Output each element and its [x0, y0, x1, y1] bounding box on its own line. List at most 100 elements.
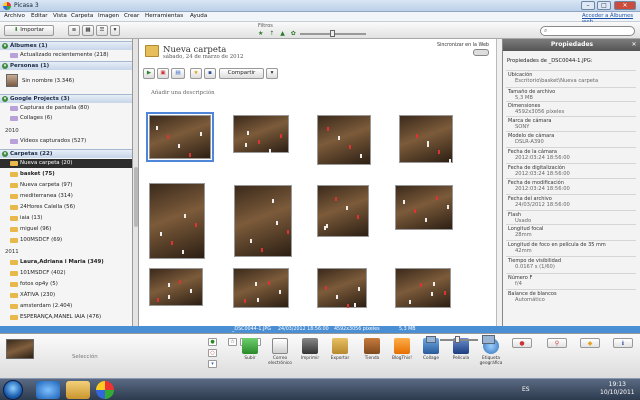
people-button[interactable]: ● — [512, 338, 532, 348]
folder-item[interactable]: iaia (13) — [0, 214, 132, 223]
folder-item-selected[interactable]: Nueva carpeta (20) — [0, 159, 132, 168]
play-slideshow-button[interactable]: ▶ — [143, 68, 155, 79]
photo-thumbnail[interactable] — [395, 185, 453, 230]
folder-item[interactable]: amsterdam (2.404) — [0, 302, 132, 311]
person-item[interactable]: Sin nombre (3.346) — [0, 77, 132, 86]
view-menu-button[interactable]: ▾ — [110, 25, 120, 36]
start-button[interactable] — [3, 380, 23, 400]
properties-button[interactable]: ℹ — [613, 338, 633, 348]
photo-thumbnail[interactable] — [233, 268, 289, 308]
menu-editar[interactable]: Editar — [31, 13, 48, 19]
folder-label: fotos op4y (5) — [20, 281, 58, 287]
filter-slider-knob[interactable] — [330, 30, 335, 37]
folder-item[interactable]: miguel (96) — [0, 225, 132, 234]
action-blogthis[interactable]: BlogThis! — [388, 338, 416, 361]
action-shop[interactable]: Tienda — [358, 338, 386, 361]
folder-item[interactable]: 100MSDCF (69) — [0, 236, 132, 245]
photo-thumbnail[interactable] — [399, 115, 453, 163]
sync-toggle[interactable] — [473, 49, 489, 56]
close-button[interactable]: ✕ — [614, 1, 636, 10]
section-personas[interactable]: ▾ Personas (1) — [0, 61, 132, 70]
menu-herramientas[interactable]: Herramientas — [145, 13, 183, 19]
menu-vista[interactable]: Vista — [53, 13, 67, 19]
project-item[interactable]: Collages (6) — [0, 114, 132, 123]
view-tree-button[interactable]: ☰ — [96, 25, 108, 36]
explorer-icon[interactable] — [66, 381, 90, 399]
action-print[interactable]: Imprimir — [296, 338, 324, 361]
tray-thumbnail[interactable] — [6, 339, 34, 359]
photo-thumbnail[interactable] — [233, 115, 289, 153]
menu-crear[interactable]: Crear — [124, 13, 139, 19]
location-button[interactable]: ◆ — [580, 338, 600, 348]
action-upload[interactable]: Subir — [236, 338, 264, 361]
property-value: 28mm — [515, 232, 532, 238]
upload-button[interactable]: ★ — [190, 68, 202, 79]
language-indicator[interactable]: ES — [522, 386, 530, 393]
photo-thumbnail[interactable] — [317, 268, 367, 308]
menu-archivo[interactable]: Archivo — [4, 13, 25, 19]
minimize-button[interactable]: – — [581, 1, 595, 10]
system-clock[interactable]: 19:13 10/10/2011 — [600, 381, 635, 397]
chevron-down-icon: ▾ — [270, 70, 274, 76]
photo-thumbnail[interactable] — [234, 185, 292, 257]
search-input[interactable]: ⌕ — [540, 26, 635, 36]
project-label: Vídeos capturados (527) — [20, 138, 87, 144]
close-icon[interactable]: ✕ — [630, 41, 638, 49]
maximize-button[interactable]: □ — [597, 1, 611, 10]
photo-thumbnail[interactable] — [317, 185, 369, 237]
view-grid-button[interactable]: ▦ — [82, 25, 94, 36]
section-albumes[interactable]: ▾ Álbumes (1) — [0, 41, 132, 50]
photo-thumbnail[interactable] — [395, 268, 451, 308]
project-item[interactable]: Capturas de pantalla (80) — [0, 104, 132, 113]
photo-thumbnail[interactable] — [149, 268, 203, 306]
folder-icon — [10, 271, 18, 276]
import-button[interactable]: ⬇ Importar — [4, 25, 54, 36]
add-to-album-button[interactable]: ▾ — [208, 360, 217, 368]
status-filename: _DSC0044-1.JPG — [232, 327, 272, 332]
menu-carpeta[interactable]: Carpeta — [71, 13, 93, 19]
menu-imagen[interactable]: Imagen — [98, 13, 119, 19]
folder-item[interactable]: ESPERANÇA,MANEL IAIA (476) — [0, 313, 132, 322]
tag-icon: ◆ — [587, 340, 593, 347]
view-list-button[interactable]: ≡ — [68, 25, 80, 36]
clear-button[interactable]: ○ — [208, 349, 217, 357]
hold-button[interactable]: ● — [208, 338, 217, 346]
photo-detail — [326, 224, 328, 228]
action-email[interactable]: Correo electrónico — [266, 338, 294, 366]
folder-item[interactable]: basket (75) — [0, 170, 132, 179]
share-button[interactable]: Compartir — [219, 68, 264, 79]
album-label: Actualizado recientemente (218) — [20, 52, 109, 58]
share-menu-button[interactable]: ▾ — [266, 68, 278, 79]
action-movie[interactable]: Película — [447, 338, 475, 361]
folder-item[interactable]: 24Hores Calella (56) — [0, 203, 132, 212]
folder-item[interactable]: Laura,Adriana i Maria (349) — [0, 258, 132, 267]
photo-thumbnail[interactable] — [149, 183, 205, 259]
photo-detail — [336, 295, 338, 299]
action-export[interactable]: Exportar — [326, 338, 354, 361]
zoom-knob[interactable] — [455, 336, 460, 343]
menu-ayuda[interactable]: Ayuda — [190, 13, 207, 19]
folder-item[interactable]: mediterranea (314) — [0, 192, 132, 201]
internet-explorer-icon[interactable] — [36, 381, 60, 399]
photo-thumbnail[interactable] — [317, 115, 371, 165]
property-divider — [506, 240, 636, 241]
section-carpetas[interactable]: ▾ Carpetas (22) — [0, 149, 132, 158]
folder-item[interactable]: fotos op4y (5) — [0, 280, 132, 289]
add-description[interactable]: Añadir una descripción — [151, 90, 215, 96]
tags-button[interactable]: ⚲ — [547, 338, 567, 348]
save-button[interactable]: ▪ — [204, 68, 216, 79]
folder-item[interactable]: Nueva carpeta (97) — [0, 181, 132, 190]
folder-item[interactable]: XÀTIVA (230) — [0, 291, 132, 300]
project-item[interactable]: Vídeos capturados (527) — [0, 137, 132, 146]
movie-button[interactable]: ▤ — [171, 68, 185, 79]
action-label: Imprimir — [300, 356, 320, 361]
folder-icon — [10, 161, 18, 166]
section-google-projects[interactable]: ▾ Google Projects (3) — [0, 94, 132, 103]
filter-buttons[interactable]: ★ ↑ ▲ ✿ — [258, 30, 298, 37]
scrollbar-thumb[interactable] — [134, 167, 138, 227]
picasa-taskbar-icon[interactable] — [96, 381, 114, 399]
folder-item[interactable]: 101MSDCF (402) — [0, 269, 132, 278]
photo-thumbnail[interactable] — [146, 112, 214, 162]
collage-button[interactable]: ▣ — [157, 68, 169, 79]
album-item[interactable]: Actualizado recientemente (218) — [0, 51, 132, 60]
